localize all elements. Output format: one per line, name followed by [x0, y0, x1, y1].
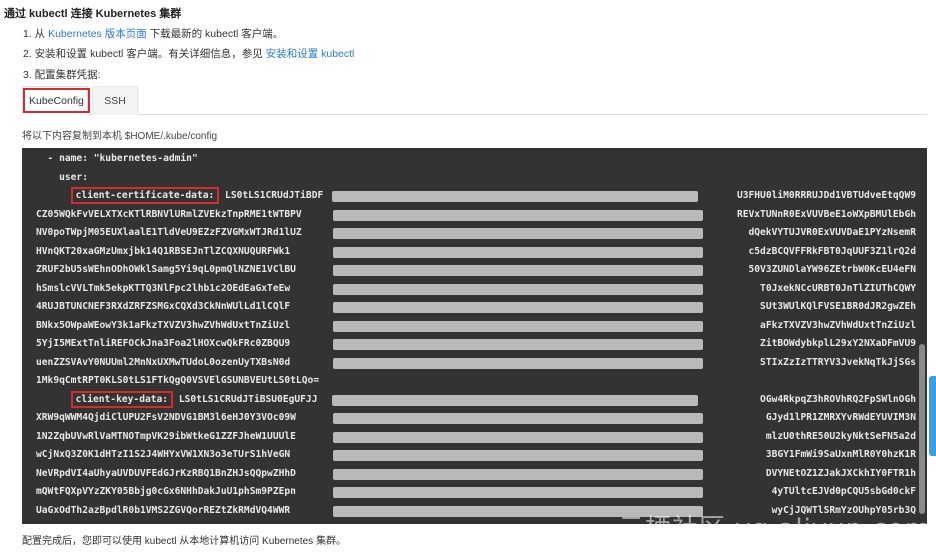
code-text-end: 50V3ZUNDlaYW96ZEtrbW0KcEU4eFN — [748, 264, 916, 275]
redacted-region — [333, 228, 703, 239]
code-text-end: SUt3WUlKQlFVSE1BR0dJR2gwZEh — [760, 301, 916, 312]
redacted-region — [333, 413, 703, 424]
code-line: user: — [36, 169, 916, 188]
redacted-region — [333, 357, 703, 369]
redacted-region — [333, 487, 703, 498]
code-line: CZ05WQkFvVELXTXcKTlRBNVlURmlZVEkzTnpRME1… — [36, 206, 916, 225]
code-line: BNkx5OWpaWEowY3k1aFkzTXVZV3hwZVhWdUxtTnZ… — [36, 317, 916, 336]
code-line: client-certificate-data: LS0tLS1CRUdJTiB… — [36, 187, 916, 206]
code-text-start: 1N2ZqbUVwRlVaMTNOTmpVK29ibWtkeG1ZZFJheW1… — [36, 430, 296, 442]
code-text-start: BNkx5OWpaWEowY3k1aFkzTXVZV3hwZVhWdUxtTnZ… — [36, 319, 291, 331]
code-text-start: 5YjI5MExtTnliREFOCkJna3Foa2lHOXcwQkFRc0Z… — [36, 338, 291, 349]
code-text-end: REVxTUNnR0ExVUVBeE1oWXpBMUlEbGh — [736, 208, 916, 220]
tab-kubeconfig[interactable]: KubeConfig — [22, 86, 90, 115]
step-text: 下载最新的 kubectl 客户端。 — [146, 28, 284, 40]
step-text: 2. 安装和设置 kubectl 客户端。有关详细信息，参见 — [23, 48, 266, 60]
code-text-end: OGw4RkpqZ3hROVhRQ2FpSWlnOGh — [760, 393, 916, 405]
code-line: - name: "kubernetes-admin" — [36, 150, 916, 169]
code-line: XRW9qWWM4QjdiClUPU2FsV2NDVG1BM3l6eHJ0Y3V… — [36, 409, 916, 428]
code-text-end: DVYNEtOZ1ZJakJXCkhIY0FTR1h — [765, 467, 916, 479]
code-scrollbar[interactable] — [919, 344, 925, 514]
tab-ssh[interactable]: SSH — [92, 86, 138, 115]
code-text-start: NeVRpdVI4aUhyaUVDUVFEdGJrKzRBQ1BnZHJsQQp… — [36, 467, 296, 479]
code-text-end: 3BGY1FmWi9SaUxnMlR0Y0hzK1R — [765, 449, 916, 460]
redacted-region — [333, 283, 703, 295]
code-text-start: HVnQKT20xaGMzUmxjbk14Q1RBSEJnTlZCQXNUQUR… — [36, 245, 291, 257]
code-line: 1N2ZqbUVwRlVaMTNOTmpVK29ibWtkeG1ZZFJheW1… — [36, 428, 916, 447]
highlighted-key: client-certificate-data: — [70, 187, 220, 204]
credential-tabs: KubeConfig SSH — [22, 86, 927, 115]
step-configure: 3. 配置集群凭据: — [23, 67, 101, 82]
redacted-region — [332, 191, 698, 202]
redacted-region — [333, 339, 703, 350]
code-line: 5YjI5MExtTnliREFOCkJna3Foa2lHOXcwQkFRc0Z… — [36, 335, 916, 354]
code-text-end: GJyd1lPR1ZMRXYvRWdEYUVIM3N — [765, 412, 916, 423]
code-line: 4RUJBTUNCNEF3RXdZRFZSMGxCQXd3CkNnWUlLd1l… — [36, 298, 916, 317]
redacted-region — [333, 450, 703, 461]
code-text-end: ZitBOWdybkplL29xY2NXaDFmVU9 — [760, 338, 916, 349]
step-download: 1. 从 Kubernetes 版本页面 下载最新的 kubectl 客户端。 — [23, 26, 283, 41]
redacted-region — [332, 394, 698, 406]
step-install: 2. 安装和设置 kubectl 客户端。有关详细信息，参见 安装和设置 kub… — [23, 46, 354, 61]
code-text-start: UaGxOdTh2azBpdlR0b1VMS2ZGVQorREZtZkRMdVQ… — [36, 504, 291, 516]
redacted-region — [333, 431, 703, 443]
code-line: client-key-data: LS0tLS1CRUdJTiBSU0EgUFJ… — [36, 390, 916, 410]
kubeconfig-code-block[interactable]: - name: "kubernetes-admin" user: client-… — [22, 148, 927, 524]
code-text-end: c5dzBCQVFFRkFBT0JqUUF3Z1lrQ2d — [748, 245, 916, 257]
copy-instructions: 将以下内容复制到本机 $HOME/.kube/config — [22, 131, 218, 142]
footer-note: 配置完成后，您即可以使用 kubectl 从本地计算机访问 Kubernetes… — [22, 536, 346, 547]
feedback-side-tab[interactable] — [929, 376, 936, 456]
code-text-end: T0JxekNCcURBT0JnTlZIUThCQWY — [760, 282, 916, 294]
highlighted-key: client-key-data: — [70, 390, 174, 408]
code-text-start: LS0tLS1CRUdJTiBDF — [219, 190, 324, 201]
code-text-end: dQekVYTUJVR0ExVUVDaE1PYzNsemR — [748, 227, 916, 238]
redacted-region — [333, 246, 703, 258]
redacted-region — [333, 320, 703, 332]
code-text-end: STIxZzIzTTRYV3JvekNqTkJjSGs — [760, 356, 916, 368]
code-text-start: LS0tLS1CRUdJTiBSU0EgUFJJ — [173, 393, 318, 405]
code-text-end: aFkzTXVZV3hwZVhWdUxtTnZiUzl — [760, 319, 916, 331]
code-text-start: hSmslcVVLTmk5ekpKTTQ3NlFpc2lhb1c2OEdEaGx… — [36, 282, 291, 294]
tab-ssh-label: SSH — [104, 95, 126, 107]
code-text-end: 4yTUltcEJVd0pCQU5sbGd0ckF — [771, 486, 916, 497]
code-indent: user: — [36, 171, 88, 183]
page-heading: 通过 kubectl 连接 Kubernetes 集群 — [4, 8, 182, 20]
redacted-region — [333, 468, 703, 480]
code-text-start: CZ05WQkFvVELXTXcKTlRBNVlURmlZVEkzTnpRME1… — [36, 208, 302, 220]
code-text-start: ZRUF2bU5sWEhnODhOWklSamg5Yi9qL0pmQlNZNE1… — [36, 264, 296, 275]
code-indent: - name: "kubernetes-admin" — [36, 153, 198, 164]
code-line: 1Mk9qCmtRPT0KLS0tLS1FTkQgQ0VSVElGSUNBVEU… — [36, 372, 916, 391]
code-text-end: mlzU0thRE50U2kyNktSeFN5a2d — [765, 430, 916, 442]
install-kubectl-link[interactable]: 安装和设置 kubectl — [266, 48, 355, 60]
code-line: hSmslcVVLTmk5ekpKTTQ3NlFpc2lhb1c2OEdEaGx… — [36, 280, 916, 299]
redacted-region — [333, 265, 703, 276]
code-text-start: 1Mk9qCmtRPT0KLS0tLS1FTkQgQ0VSVElGSUNBVEU… — [36, 375, 320, 386]
code-line: NV0poTWpjM05EUXlaalE1TldVeU9EZzFZVGMxWTJ… — [36, 224, 916, 243]
code-line: NeVRpdVI4aUhyaUVDUVFEdGJrKzRBQ1BnZHJsQQp… — [36, 465, 916, 484]
redacted-region — [333, 302, 703, 313]
watermark: 云栖社区 yq.aliyun.com — [618, 514, 931, 544]
code-line: HVnQKT20xaGMzUmxjbk14Q1RBSEJnTlZCQXNUQUR… — [36, 243, 916, 262]
code-line: wCjNxQ3Z0K1dHTzI1S2J4WHYxVW1XN3o3eTUrS1h… — [36, 446, 916, 465]
kubernetes-release-page-link[interactable]: Kubernetes 版本页面 — [48, 28, 147, 40]
code-text-end: U3FHU0liM0RRRUJDd1VBTUdveEtqQW9 — [736, 190, 916, 201]
code-text-start: wCjNxQ3Z0K1dHTzI1S2J4WHYxVW1XN3o3eTUrS1h… — [36, 449, 291, 460]
code-line: ZRUF2bU5sWEhnODhOWklSamg5Yi9qL0pmQlNZNE1… — [36, 261, 916, 280]
code-line: uenZZSVAvY0NUUml2MnNxUXMwTUdoL0ozenUyTXB… — [36, 354, 916, 373]
code-text-start: mQWtFQXpVYzZKY05Bbjg0cGx6NHhDakJuU1phSm9… — [36, 486, 296, 497]
step-text: 3. 配置集群凭据: — [23, 69, 101, 81]
code-lines: - name: "kubernetes-admin" user: client-… — [36, 150, 916, 520]
code-text-start: XRW9qWWM4QjdiClUPU2FsV2NDVG1BM3l6eHJ0Y3V… — [36, 412, 296, 423]
tab-kubeconfig-label: KubeConfig — [23, 88, 90, 113]
code-text-start: NV0poTWpjM05EUXlaalE1TldVeU9EZzFZVGMxWTJ… — [36, 227, 302, 238]
code-text-start: 4RUJBTUNCNEF3RXdZRFZSMGxCQXd3CkNnWUlLd1l… — [36, 301, 291, 312]
code-text-start: uenZZSVAvY0NUUml2MnNxUXMwTUdoL0ozenUyTXB… — [36, 356, 291, 368]
code-line: mQWtFQXpVYzZKY05Bbjg0cGx6NHhDakJuU1phSm9… — [36, 483, 916, 502]
step-text: 1. 从 — [23, 28, 49, 40]
redacted-region — [333, 209, 703, 221]
